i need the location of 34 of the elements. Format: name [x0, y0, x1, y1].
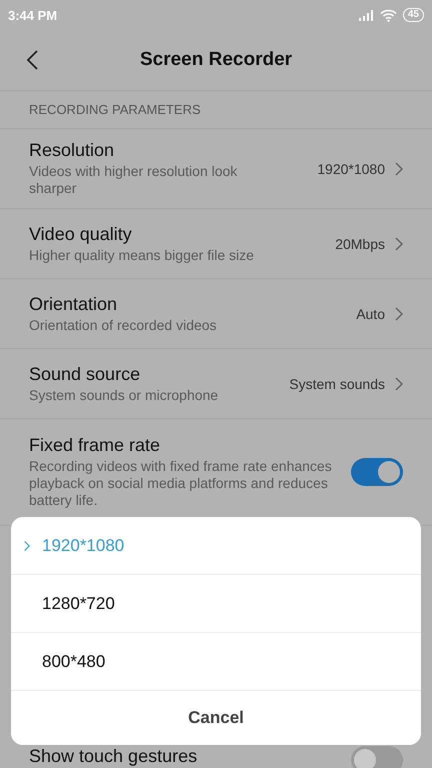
setting-description: Orientation of recorded videos	[29, 316, 218, 334]
page-title: Screen Recorder	[140, 49, 292, 71]
section-header: RECORDING PARAMETERS	[0, 91, 432, 129]
setting-title: Resolution	[29, 140, 116, 161]
status-time: 3:44 PM	[8, 8, 58, 22]
setting-title: Orientation	[29, 294, 118, 314]
signal-icon	[358, 10, 374, 20]
setting-value: 1920*1080	[317, 160, 385, 176]
setting-description: Higher quality means bigger file size	[29, 246, 255, 264]
setting-row[interactable]: Video quality Higher quality means bigger file size 20Mbps	[0, 209, 432, 279]
setting-row[interactable]: Sound source System sounds or microphone System sounds	[0, 349, 432, 419]
chevron-right-icon	[395, 306, 403, 320]
setting-row[interactable]: Resolution Videos with higher resolution look sharper 1920*1080	[0, 129, 432, 209]
back-icon[interactable]	[26, 50, 38, 70]
setting-value: System sounds	[289, 376, 385, 392]
setting-title: Fixed frame rate	[29, 435, 162, 456]
setting-value: Auto	[356, 306, 385, 322]
chevron-right-icon	[395, 162, 403, 176]
setting-row[interactable]: Orientation Orientation of recorded videos Auto	[0, 279, 432, 349]
setting-description: Videos with higher resolution look sharper	[29, 163, 238, 197]
battery-level: 45	[402, 8, 424, 22]
setting-description: System sounds or microphone	[29, 386, 220, 404]
chevron-right-icon	[395, 236, 403, 250]
dialog-option[interactable]: 1280*720	[11, 575, 421, 633]
setting-title: Sound source	[29, 364, 142, 384]
setting-description: Recording videos with fixed frame rate enhances playback on social media platforms and reduces battery life.	[29, 458, 333, 509]
setting-title: Show touch gestures	[29, 746, 198, 767]
chevron-right-icon	[395, 376, 403, 390]
setting-value: 20Mbps	[335, 236, 385, 252]
toggle-switch[interactable]	[351, 458, 403, 486]
chevron-right-icon	[24, 538, 30, 552]
toggle-switch[interactable]	[351, 746, 403, 768]
wifi-icon	[380, 8, 397, 22]
setting-title: Video quality	[29, 224, 133, 244]
